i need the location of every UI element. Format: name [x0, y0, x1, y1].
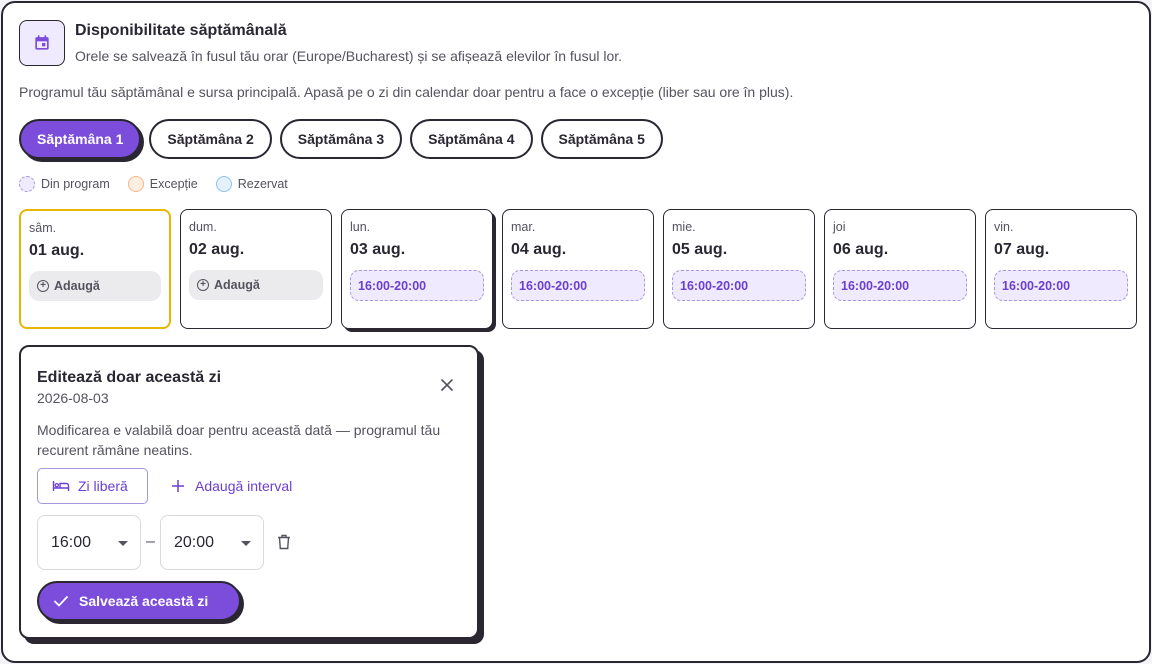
card-header: Disponibilitate săptămânală Orele se sal…: [19, 20, 622, 66]
start-time-value: 16:00: [51, 533, 92, 551]
tab-week-4[interactable]: Săptămâna 4: [410, 119, 533, 159]
tab-week-1[interactable]: Săptămâna 1: [19, 119, 142, 159]
time-separator: –: [146, 533, 155, 550]
day-date: 03 aug.: [350, 241, 406, 258]
end-time-select[interactable]: 20:00: [160, 515, 264, 570]
day-card-sun[interactable]: dum. 02 aug. + Adaugă: [180, 209, 332, 329]
time-slot[interactable]: 16:00-20:00: [672, 270, 806, 301]
chevron-down-icon: [118, 541, 128, 546]
legend-item-program: Din program: [19, 176, 110, 192]
intro-text: Programul tău săptămânal e sursa princip…: [19, 84, 794, 100]
legend-swatch-program: [19, 176, 35, 192]
add-label: Adaugă: [214, 278, 260, 292]
page-subtitle: Orele se salvează în fusul tău orar (Eur…: [75, 48, 623, 64]
save-day-button[interactable]: Salvează această zi: [37, 581, 241, 621]
add-interval-button[interactable]: Adaugă interval: [171, 468, 292, 504]
check-icon: [53, 595, 69, 607]
day-grid: sâm. 01 aug. + Adaugă dum. 02 aug. + Ada…: [19, 209, 1137, 329]
legend-label: Din program: [41, 177, 110, 191]
time-slot[interactable]: 16:00-20:00: [994, 270, 1128, 301]
add-label: Adaugă: [54, 279, 100, 293]
day-date: 05 aug.: [672, 241, 728, 258]
tab-week-5[interactable]: Săptămâna 5: [540, 119, 663, 159]
day-card-mon[interactable]: lun. 03 aug. 16:00-20:00: [341, 209, 493, 329]
day-name: mar.: [511, 220, 536, 234]
day-name: vin.: [994, 220, 1014, 234]
free-day-button[interactable]: Zi liberă: [37, 468, 148, 504]
legend-swatch-exception: [127, 176, 144, 192]
add-slot-button[interactable]: + Adaugă: [29, 271, 161, 301]
save-label: Salvează această zi: [79, 593, 209, 609]
legend-swatch-booked: [215, 176, 232, 192]
day-card-wed[interactable]: mie. 05 aug. 16:00-20:00: [663, 209, 815, 329]
day-date: 02 aug.: [189, 241, 245, 258]
day-name: joi: [833, 220, 846, 234]
day-date: 06 aug.: [833, 241, 889, 258]
day-date: 01 aug.: [29, 242, 85, 259]
day-name: dum.: [189, 220, 217, 234]
day-card-fri[interactable]: vin. 07 aug. 16:00-20:00: [985, 209, 1137, 329]
time-slot[interactable]: 16:00-20:00: [833, 270, 967, 301]
tab-week-3[interactable]: Săptămâna 3: [279, 119, 403, 159]
day-exception-editor: Editează doar această zi 2026-08-03 Modi…: [19, 345, 479, 639]
chevron-down-icon: [241, 541, 251, 546]
time-slot[interactable]: 16:00-20:00: [511, 270, 645, 301]
day-name: sâm.: [29, 221, 57, 235]
legend-item-booked: Rezervat: [215, 176, 288, 192]
time-slot[interactable]: 16:00-20:00: [350, 270, 484, 301]
close-icon[interactable]: [439, 377, 455, 393]
start-time-select[interactable]: 16:00: [37, 515, 141, 570]
bed-icon: [52, 481, 70, 491]
trash-icon[interactable]: [277, 534, 291, 555]
day-card-sat[interactable]: sâm. 01 aug. + Adaugă: [19, 209, 171, 329]
add-interval-label: Adaugă interval: [195, 478, 293, 494]
legend: Din program Excepție Rezervat: [19, 176, 306, 192]
editor-note: Modificarea e valabilă doar pentru aceas…: [37, 422, 441, 458]
legend-item-exception: Excepție: [127, 176, 198, 192]
week-tabs: Săptămâna 1 Săptămâna 2 Săptămâna 3 Săpt…: [19, 119, 663, 159]
tab-week-2[interactable]: Săptămâna 2: [149, 119, 272, 159]
day-name: mie.: [672, 220, 696, 234]
availability-card: Disponibilitate săptămânală Orele se sal…: [1, 1, 1151, 663]
editor-date: 2026-08-03: [37, 390, 109, 406]
plus-circle-icon: +: [197, 279, 209, 291]
legend-label: Rezervat: [237, 177, 288, 191]
add-slot-button[interactable]: + Adaugă: [189, 270, 323, 300]
day-date: 07 aug.: [994, 241, 1050, 258]
day-name: lun.: [350, 220, 371, 234]
plus-circle-icon: +: [37, 280, 49, 292]
calendar-icon: [19, 20, 65, 66]
plus-icon: [172, 480, 184, 492]
legend-label: Excepție: [149, 177, 198, 191]
editor-title: Editează doar această zi: [37, 369, 222, 386]
free-day-label: Zi liberă: [78, 478, 128, 494]
page-title: Disponibilitate săptămânală: [75, 22, 287, 39]
day-card-tue[interactable]: mar. 04 aug. 16:00-20:00: [502, 209, 654, 329]
day-date: 04 aug.: [511, 241, 567, 258]
day-card-thu[interactable]: joi 06 aug. 16:00-20:00: [824, 209, 976, 329]
end-time-value: 20:00: [174, 533, 215, 551]
